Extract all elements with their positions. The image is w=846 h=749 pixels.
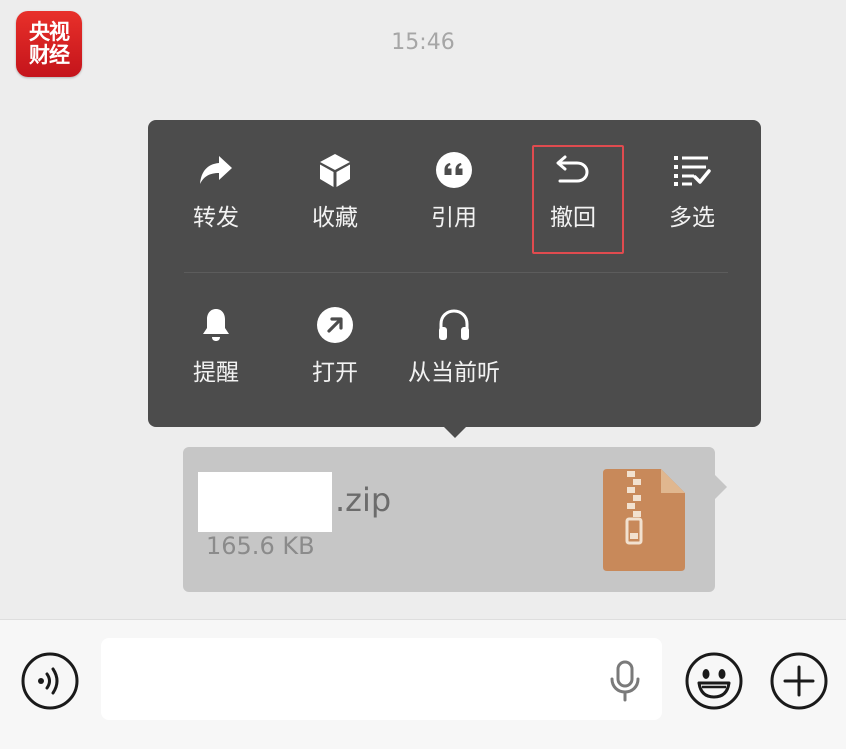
quote-icon [434, 150, 474, 190]
message-timestamp: 15:46 [391, 30, 455, 55]
menu-item-multi-select[interactable]: 多选 [637, 150, 747, 250]
menu-item-quote[interactable]: 引用 [399, 150, 509, 250]
context-menu-row-2: 提醒 打开 从当前听 [148, 305, 761, 425]
voice-mode-icon [21, 652, 79, 710]
file-extension: .zip [335, 481, 392, 519]
message-input[interactable] [101, 638, 662, 720]
recall-highlight-box [532, 145, 624, 254]
menu-divider [184, 272, 728, 273]
menu-item-favorite[interactable]: 收藏 [280, 150, 390, 250]
menu-item-open[interactable]: 打开 [280, 305, 390, 405]
menu-item-multi-select-label: 多选 [669, 205, 715, 231]
emoji-button[interactable] [685, 652, 743, 714]
menu-item-remind-label: 提醒 [193, 360, 239, 386]
file-message-bubble-tail [715, 475, 727, 499]
bell-icon [196, 305, 236, 345]
menu-item-remind[interactable]: 提醒 [161, 305, 271, 405]
cube-icon [315, 150, 355, 190]
more-actions-button[interactable] [770, 652, 828, 714]
message-context-menu: 转发 收藏 引用 撤回 多选 提醒 打开 从当前听 [148, 120, 761, 427]
plus-icon [770, 652, 828, 710]
menu-item-open-label: 打开 [312, 360, 358, 386]
menu-item-listen-from-here[interactable]: 从当前听 [399, 305, 509, 405]
redacted-filename [198, 472, 332, 532]
share-arrow-icon [196, 150, 236, 190]
multi-select-list-icon [672, 150, 712, 190]
menu-pointer [443, 426, 467, 438]
zip-file-icon [603, 469, 685, 575]
menu-item-favorite-label: 收藏 [312, 205, 358, 231]
context-menu-row-1: 转发 收藏 引用 撤回 多选 [148, 150, 761, 270]
menu-item-forward-label: 转发 [193, 205, 239, 231]
menu-item-quote-label: 引用 [431, 205, 477, 231]
voice-mode-button[interactable] [21, 652, 79, 714]
emoji-icon [685, 652, 743, 710]
open-external-icon [315, 305, 355, 345]
microphone-icon[interactable] [609, 660, 641, 706]
menu-item-forward[interactable]: 转发 [161, 150, 271, 250]
headphones-icon [434, 305, 474, 345]
file-size: 165.6 KB [206, 532, 315, 560]
menu-item-listen-from-here-label: 从当前听 [408, 360, 500, 386]
